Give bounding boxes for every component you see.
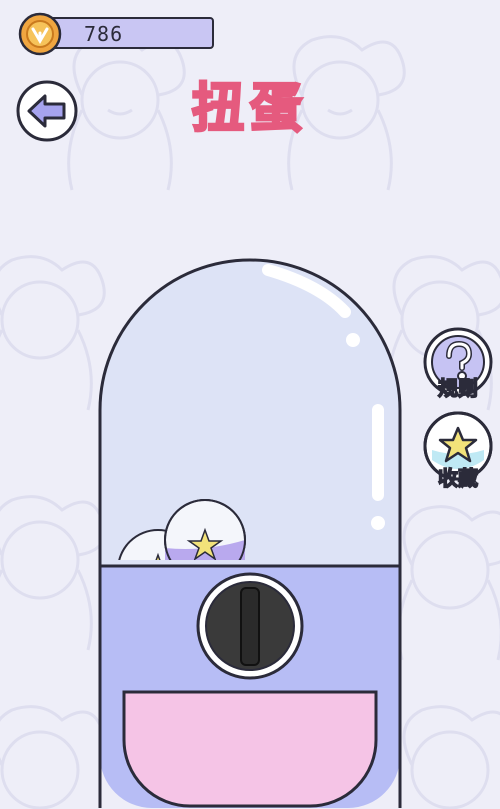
output-tray bbox=[122, 690, 378, 808]
collection-label: 收藏 bbox=[437, 465, 479, 491]
rules-button[interactable]: 规则 bbox=[422, 326, 494, 406]
collection-button[interactable]: 收藏 bbox=[422, 410, 494, 491]
coin-slot-dial bbox=[196, 572, 304, 680]
rules-label: 规则 bbox=[437, 375, 479, 401]
